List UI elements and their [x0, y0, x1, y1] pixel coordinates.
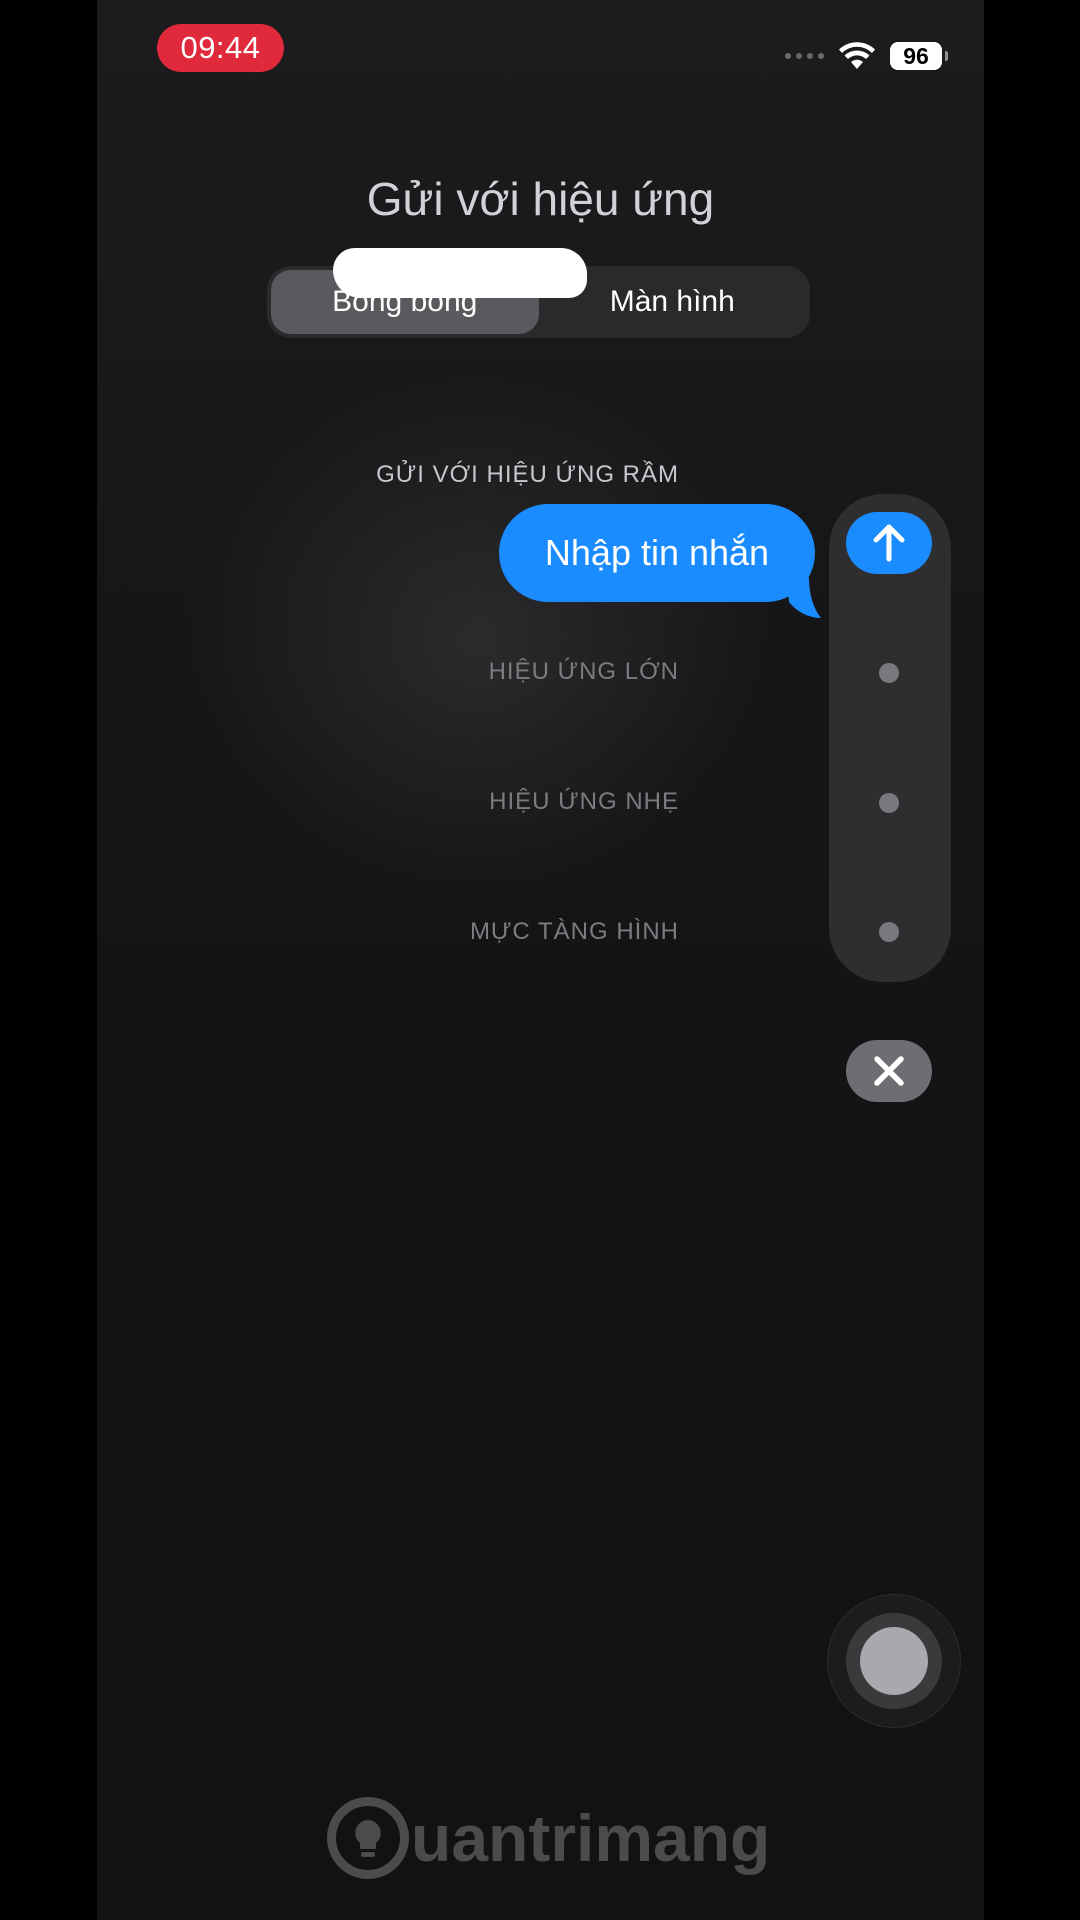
watermark: uantrimang: [327, 1792, 770, 1884]
effect-option-label[interactable]: HIỆU ỨNG NHẸ: [489, 788, 679, 816]
status-time: 09:44: [157, 24, 284, 72]
watermark-text: uantrimang: [411, 1801, 771, 1875]
battery-indicator: 96: [890, 42, 948, 70]
redaction-scribble: [333, 248, 587, 298]
assistive-touch-ring: [846, 1613, 942, 1709]
close-icon: [874, 1056, 904, 1086]
phone-screen: 09:44 96 Gửi với hiệu ứng Bong bóng Màn …: [97, 0, 984, 1920]
selected-effect-label: GỬI VỚI HIỆU ỨNG RẦM: [376, 461, 679, 488]
effect-option-dot[interactable]: [879, 663, 899, 683]
arrow-up-icon: [873, 524, 905, 562]
send-button[interactable]: [846, 512, 932, 574]
effect-option-dot[interactable]: [879, 793, 899, 813]
assistive-touch-core: [860, 1627, 928, 1695]
lightbulb-icon: [327, 1797, 409, 1879]
close-button[interactable]: [846, 1040, 932, 1102]
status-indicators: 96: [785, 38, 948, 74]
effect-option-dot[interactable]: [879, 922, 899, 942]
message-bubble: Nhập tin nhắn: [499, 504, 815, 602]
effect-option-label[interactable]: HIỆU ỨNG LỚN: [489, 658, 679, 686]
effect-option-label[interactable]: MỰC TÀNG HÌNH: [470, 918, 679, 946]
page-title: Gửi với hiệu ứng: [366, 173, 715, 225]
wifi-icon: [839, 42, 875, 69]
cellular-signal-icon: [785, 53, 824, 59]
assistive-touch-button[interactable]: [827, 1594, 961, 1728]
